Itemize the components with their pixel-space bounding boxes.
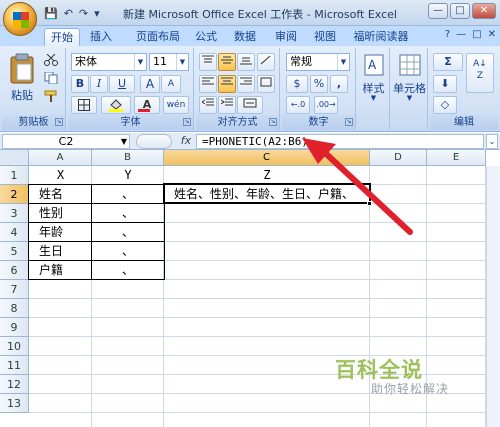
arrow-shaft	[319, 147, 413, 235]
watermark: 百科全说 助你轻松解决	[335, 354, 485, 404]
office-logo-icon	[13, 12, 29, 28]
watermark-subtitle: 助你轻松解决	[371, 382, 450, 396]
office-button[interactable]	[3, 2, 37, 36]
